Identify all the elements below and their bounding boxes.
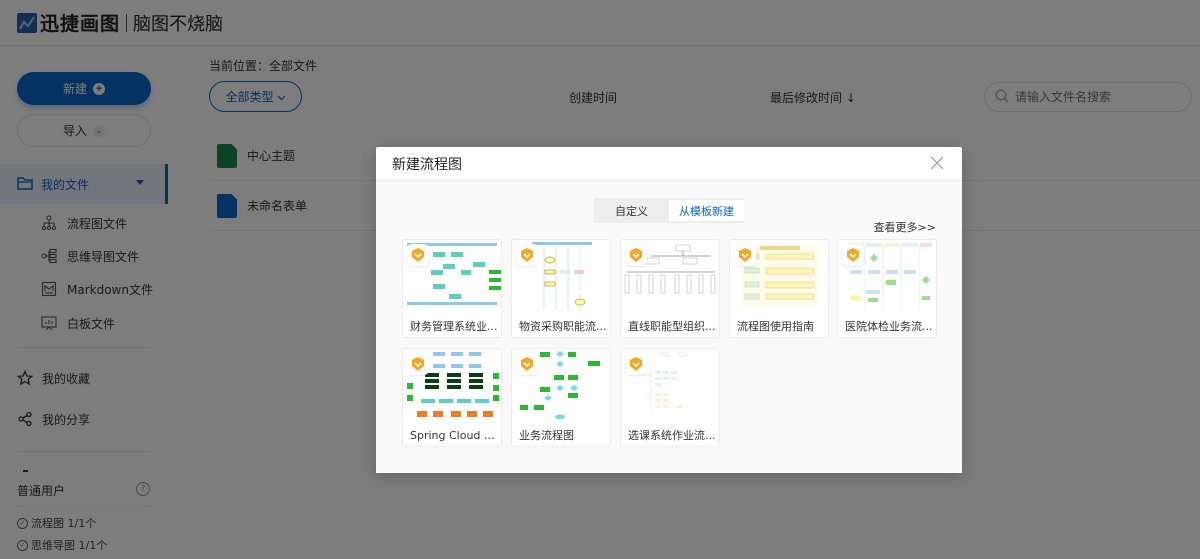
template-name: 直线职能型组织... [628,320,716,333]
template-card[interactable]: 流程图使用指南 [729,239,829,338]
template-name: 业务流程图 [519,429,574,442]
premium-badge-icon [842,244,864,266]
tab-custom[interactable]: 自定义 [594,198,669,223]
tab-from-template[interactable]: 从模板新建 [669,200,744,221]
template-name: 选课系统作业流... [628,429,716,442]
template-name: 医院体检业务流... [845,320,933,333]
template-name: Spring Cloud 微... [410,429,498,442]
dialog-header: 新建流程图 [376,147,962,181]
premium-badge-icon [407,244,429,266]
template-name: 财务管理系统业... [410,320,498,333]
premium-badge-icon [516,244,538,266]
template-card[interactable]: 业务流程图 [511,348,611,447]
view-more-link[interactable]: 查看更多>> [874,219,936,235]
close-icon[interactable] [930,156,944,170]
template-name: 流程图使用指南 [737,320,814,333]
template-card[interactable]: 直线职能型组织... [620,239,720,338]
template-card[interactable]: 选课系统作业流... [620,348,720,447]
template-name: 物资采购职能流... [519,320,607,333]
template-card[interactable]: 医院体检业务流... [837,239,937,338]
dialog-title: 新建流程图 [392,156,462,173]
premium-badge-icon [625,244,647,266]
premium-badge-icon [516,353,538,375]
premium-badge-icon [625,353,647,375]
dialog-body: 自定义 从模板新建 查看更多>> 财务管理系统业... 物资采购职能流... 直线职… [376,181,962,473]
template-card[interactable]: Spring Cloud 微... [402,348,502,447]
premium-badge-icon [407,353,429,375]
new-flowchart-dialog: 新建流程图 自定义 从模板新建 查看更多>> 财务管理系统业... 物资采购职能流… [376,147,962,473]
premium-badge-icon [734,244,756,266]
template-card[interactable]: 物资采购职能流... [511,239,611,338]
creation-mode-tabs: 自定义 从模板新建 [594,198,744,223]
template-card[interactable]: 财务管理系统业... [402,239,502,338]
